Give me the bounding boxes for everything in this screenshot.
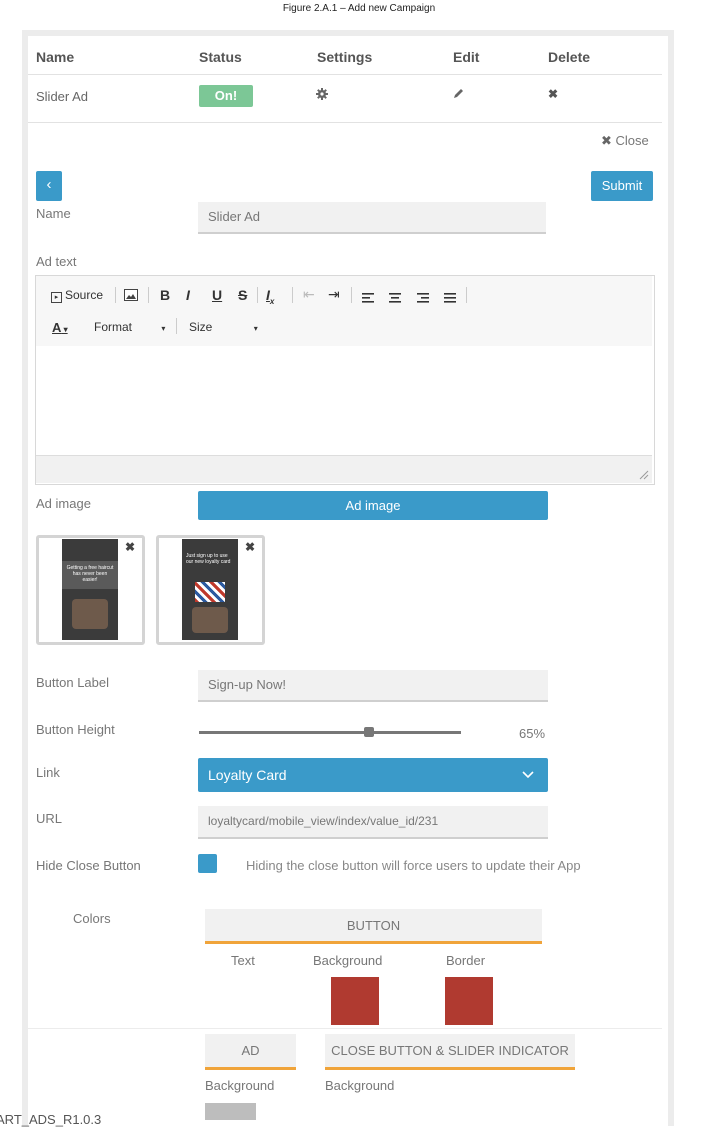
barber-pole-graphic <box>195 582 225 602</box>
colors-label: Colors <box>73 911 111 926</box>
settings-gear-icon[interactable] <box>316 87 328 105</box>
close-label: Close <box>615 133 649 148</box>
link-select[interactable]: Loyalty Card <box>198 758 548 792</box>
underline-icon[interactable]: U <box>212 287 222 303</box>
submit-button[interactable]: Submit <box>591 171 653 201</box>
url-input[interactable]: loyaltycard/mobile_view/index/value_id/2… <box>198 806 548 839</box>
background-color-swatch[interactable] <box>331 977 379 1025</box>
thumb-caption: Getting a free haircut has never been ea… <box>66 565 114 583</box>
italic-icon[interactable]: I <box>186 287 190 303</box>
chevron-down-icon: ▾ <box>253 324 258 333</box>
edit-pencil-icon[interactable] <box>452 87 465 105</box>
column-header-delete: Delete <box>548 49 591 65</box>
header-divider <box>28 74 662 75</box>
format-dropdown[interactable]: Format ▾ <box>94 320 165 334</box>
remove-format-icon[interactable]: Ix <box>266 287 274 306</box>
text-color-label: Text <box>231 953 255 968</box>
tab-ad-colors[interactable]: AD <box>205 1034 296 1070</box>
button-height-slider[interactable] <box>199 731 461 734</box>
row-divider <box>28 122 662 123</box>
close-link[interactable]: ✖ Close <box>601 133 649 149</box>
button-height-label: Button Height <box>36 722 115 737</box>
background-color-label: Background <box>313 953 383 968</box>
slider-handle[interactable] <box>364 727 375 737</box>
hide-close-checkbox[interactable] <box>198 854 217 873</box>
align-center-icon[interactable] <box>389 290 401 308</box>
outdent-icon[interactable]: ⇤ <box>303 286 315 303</box>
ad-image-thumbnail[interactable]: Getting a free haircut has never been ea… <box>36 535 145 645</box>
bold-icon[interactable]: B <box>160 287 170 303</box>
back-button[interactable]: ‹ <box>36 171 62 201</box>
border-color-swatch[interactable] <box>445 977 493 1025</box>
align-justify-icon[interactable] <box>444 290 456 308</box>
link-label: Link <box>36 765 60 780</box>
section-divider <box>28 1028 662 1029</box>
tab-close-button-colors[interactable]: CLOSE BUTTON & SLIDER INDICATOR <box>325 1034 575 1070</box>
close-background-label: Background <box>325 1078 395 1093</box>
remove-image-icon[interactable]: ✖ <box>125 540 135 554</box>
toolbar-separator <box>115 287 116 303</box>
image-icon[interactable] <box>124 288 138 306</box>
hide-close-label: Hide Close Button <box>36 858 141 873</box>
toolbar-separator <box>257 287 258 303</box>
phone-screenshot: Getting a free haircut has never been ea… <box>62 539 118 640</box>
align-left-icon[interactable] <box>362 290 374 308</box>
format-label: Format <box>94 320 133 334</box>
resize-handle-icon[interactable] <box>639 467 649 485</box>
size-label: Size <box>189 320 213 334</box>
delete-x-icon[interactable]: ✖ <box>548 87 558 101</box>
button-label-input[interactable]: Sign-up Now! <box>198 670 548 702</box>
column-header-name: Name <box>36 49 75 65</box>
thumb-caption: Just sign up to use our new loyalty card <box>186 553 231 565</box>
border-color-label: Border <box>446 953 486 968</box>
status-badge[interactable]: On! <box>199 85 253 107</box>
column-header-edit: Edit <box>453 49 480 65</box>
link-select-value: Loyalty Card <box>208 767 287 783</box>
column-header-settings: Settings <box>317 49 373 65</box>
source-button[interactable]: ▸ Source <box>51 288 103 303</box>
strikethrough-icon[interactable]: S <box>238 287 247 303</box>
toolbar-separator <box>351 287 352 303</box>
ad-background-label: Background <box>205 1078 275 1093</box>
toolbar-separator <box>292 287 293 303</box>
size-dropdown[interactable]: Size ▾ <box>189 320 258 334</box>
phone-screenshot: Just sign up to use our new loyalty card <box>182 539 238 640</box>
ad-text-label: Ad text <box>36 254 77 269</box>
align-right-icon[interactable] <box>417 290 429 308</box>
name-label: Name <box>36 206 71 221</box>
ad-background-swatch[interactable] <box>205 1103 256 1120</box>
hide-close-note: Hiding the close button will force users… <box>246 858 581 873</box>
toolbar-separator <box>466 287 467 303</box>
name-input[interactable]: Slider Ad <box>198 202 546 234</box>
toolbar-separator <box>176 318 177 334</box>
ad-image-label: Ad image <box>36 496 91 511</box>
editor-toolbar <box>36 276 652 346</box>
tab-button-colors[interactable]: BUTTON <box>205 909 542 944</box>
url-label: URL <box>36 811 63 826</box>
figure-caption: Figure 2.A.1 – Add new Campaign <box>282 3 436 14</box>
chevron-down-icon: ▾ <box>161 324 166 333</box>
editor-footer <box>36 455 652 483</box>
footer-code: ART_ADS_R1.0.3 <box>0 1112 102 1127</box>
column-header-status: Status <box>199 49 242 65</box>
toolbar-separator <box>148 287 149 303</box>
source-icon: ▸ <box>51 292 62 303</box>
source-label: Source <box>65 288 104 302</box>
text-color-icon[interactable]: A ▾ <box>52 320 68 335</box>
button-height-value: 65% <box>519 726 546 741</box>
ad-image-button[interactable]: Ad image <box>198 491 548 520</box>
close-x-icon: ✖ <box>601 133 612 148</box>
button-label-label: Button Label <box>36 675 110 690</box>
indent-icon[interactable]: ⇥ <box>328 286 340 303</box>
remove-image-icon[interactable]: ✖ <box>245 540 255 554</box>
ad-image-thumbnail[interactable]: Just sign up to use our new loyalty card… <box>156 535 265 645</box>
editor-content-area[interactable] <box>37 347 651 454</box>
row-name: Slider Ad <box>36 89 89 104</box>
chevron-down-icon <box>522 758 534 804</box>
